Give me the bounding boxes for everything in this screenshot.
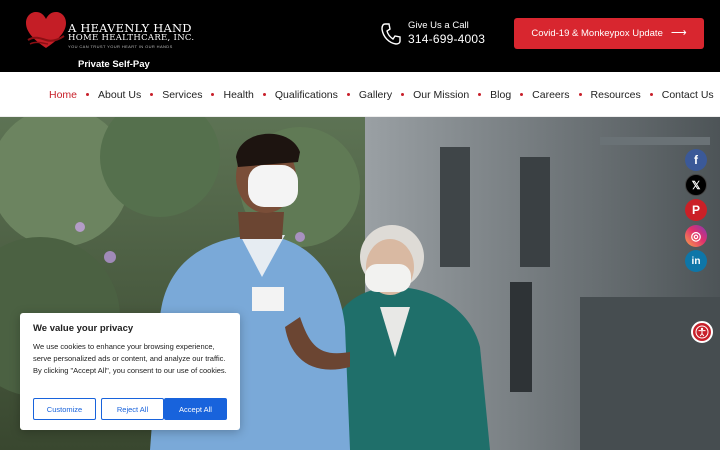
accessibility-button[interactable]	[691, 321, 713, 343]
logo-tagline: YOU CAN TRUST YOUR HEART IN OUR HANDS	[68, 44, 173, 49]
x-twitter-icon[interactable]: 𝕏	[685, 174, 707, 196]
instagram-icon[interactable]: ◎	[685, 225, 707, 247]
phone-number-link[interactable]: 314-699-4003	[408, 32, 485, 46]
nav-item-our-mission[interactable]: Our Mission	[413, 89, 469, 101]
phone-icon	[381, 23, 401, 45]
company-logo[interactable]: A HEAVENLY HAND HOME HEALTHCARE, INC. YO…	[24, 10, 194, 52]
nav-separator-dot	[520, 93, 524, 96]
nav-separator-dot	[401, 93, 405, 96]
cookie-reject-all-button[interactable]: Reject All	[101, 398, 164, 420]
nav-separator-dot	[578, 93, 582, 96]
cookie-customize-button[interactable]: Customize	[33, 398, 96, 420]
nav-list: Home About Us Services Health Qualifications…	[49, 72, 714, 117]
top-header: A HEAVENLY HAND HOME HEALTHCARE, INC. YO…	[0, 0, 720, 72]
nav-item-contact-us[interactable]: Contact Us	[662, 89, 714, 101]
arrow-right-icon: ⟶	[670, 27, 687, 39]
facebook-icon[interactable]: f	[685, 149, 707, 171]
accessibility-icon	[695, 325, 709, 339]
nav-separator-dot	[346, 93, 350, 96]
main-navigation: Home About Us Services Health Qualifications…	[0, 72, 720, 117]
cookie-description: We use cookies to enhance your browsing …	[33, 342, 227, 375]
nav-item-health[interactable]: Health	[223, 89, 253, 101]
nav-item-qualifications[interactable]: Qualifications	[275, 89, 338, 101]
nav-separator-dot	[649, 93, 653, 96]
nav-separator-dot	[478, 93, 482, 96]
private-pay-label: Private Self-Pay	[78, 59, 150, 70]
nav-item-resources[interactable]: Resources	[591, 89, 641, 101]
pinterest-icon[interactable]: P	[685, 199, 707, 221]
covid-update-button[interactable]: Covid-19 & Monkeypox Update ⟶	[514, 18, 704, 49]
cookie-accept-all-button[interactable]: Accept All	[164, 398, 227, 420]
nav-item-careers[interactable]: Careers	[532, 89, 569, 101]
nav-item-home[interactable]: Home	[49, 89, 77, 101]
nav-separator-dot	[211, 93, 215, 96]
call-label: Give Us a Call	[408, 20, 469, 31]
nav-item-gallery[interactable]: Gallery	[359, 89, 392, 101]
heart-hand-logo-icon	[26, 12, 66, 48]
call-block[interactable]: Give Us a Call 314-699-4003	[380, 19, 490, 49]
logo-subtitle: HOME HEALTHCARE, INC.	[68, 33, 195, 43]
nav-separator-dot	[86, 93, 90, 96]
nav-separator-dot	[150, 93, 154, 96]
cookie-title: We value your privacy	[33, 323, 134, 334]
nav-item-blog[interactable]: Blog	[490, 89, 511, 101]
nav-item-services[interactable]: Services	[162, 89, 202, 101]
covid-update-label: Covid-19 & Monkeypox Update	[531, 28, 663, 39]
linkedin-icon[interactable]: in	[685, 250, 707, 272]
nav-separator-dot	[262, 93, 266, 96]
cookie-consent-banner: We value your privacy We use cookies to …	[20, 313, 240, 430]
nav-item-about-us[interactable]: About Us	[98, 89, 141, 101]
